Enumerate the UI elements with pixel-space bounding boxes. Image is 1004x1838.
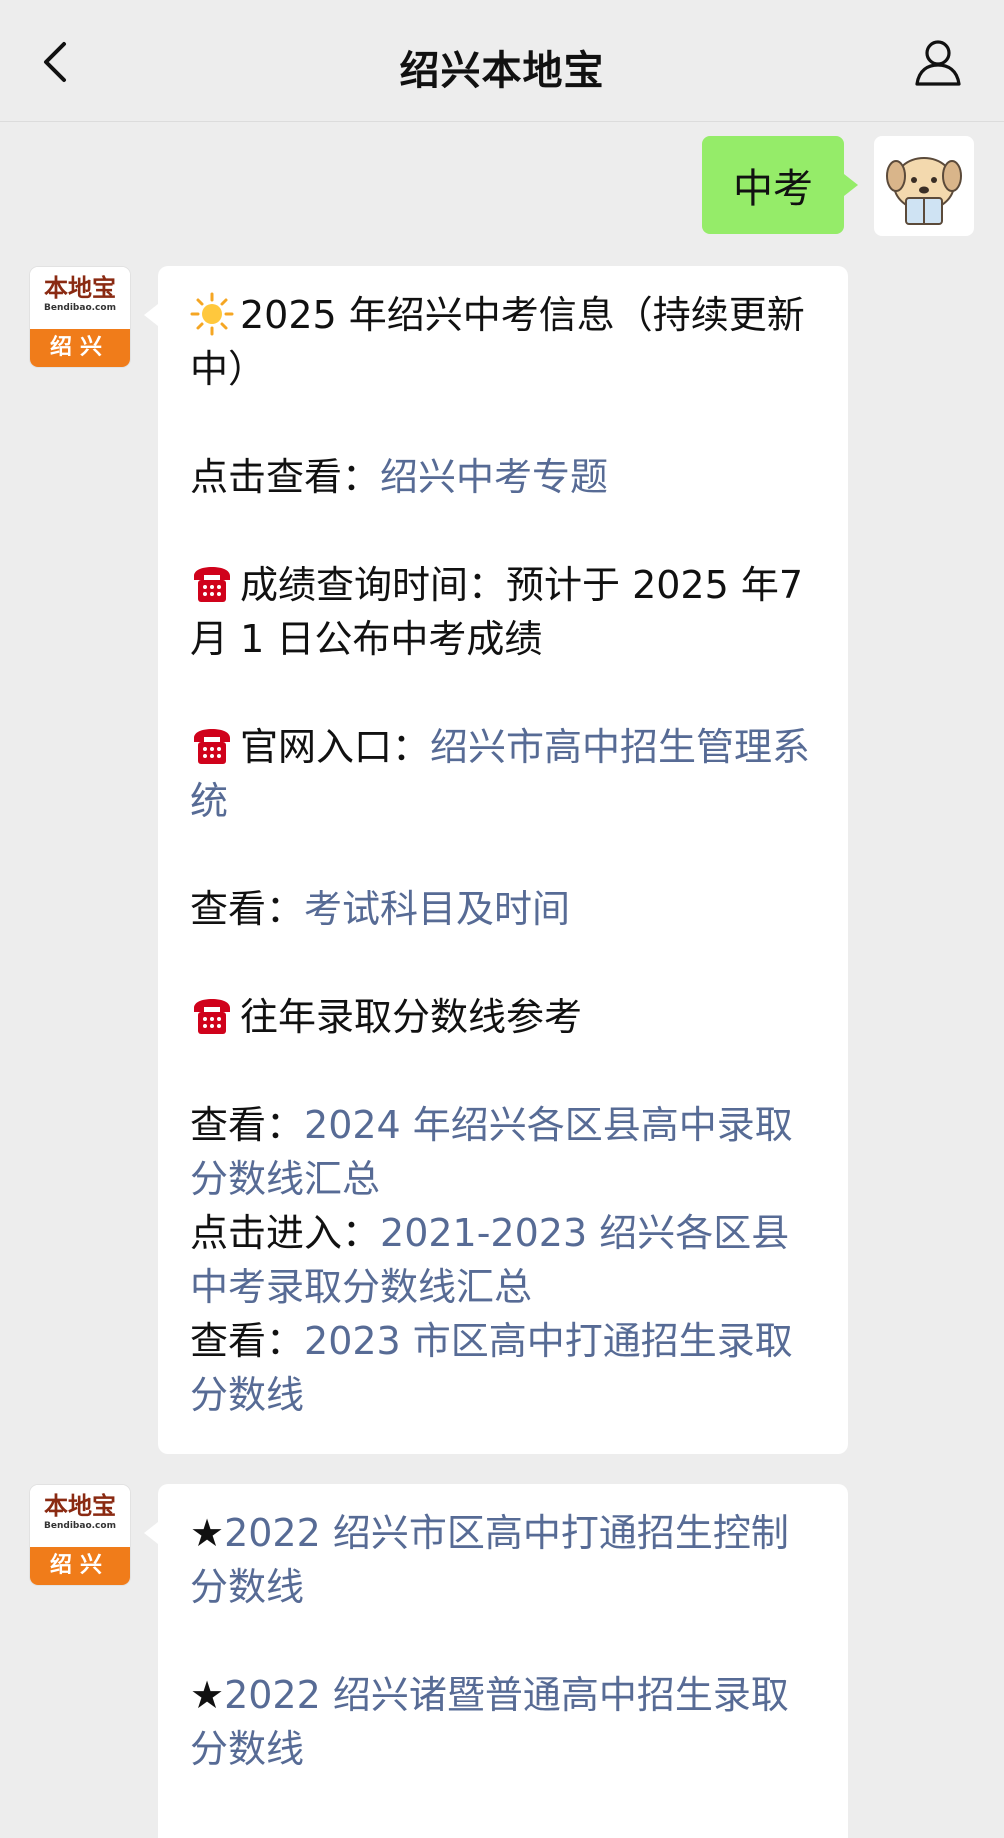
past-scores-text: 往年录取分数线参考 (240, 995, 583, 1039)
telephone-icon (194, 999, 230, 1034)
sent-message-text: 中考 (733, 166, 813, 212)
headline-text: 2025 年绍兴中考信息（持续更新中） (190, 293, 805, 391)
topic-line: 点击查看：绍兴中考专题 (190, 450, 818, 504)
telephone-icon (194, 567, 230, 602)
bot-avatar-brand: 本地宝 (44, 273, 116, 302)
profile-button[interactable] (912, 36, 964, 88)
star-icon: ★ (190, 1511, 225, 1555)
bot-avatar-domain: Bendibao.com (44, 1521, 116, 1531)
scores-2024-line: 查看：2024 年绍兴各区县高中录取分数线汇总 (190, 1098, 818, 1206)
bot-avatar-domain: Bendibao.com (44, 303, 116, 313)
received-message-bubble[interactable]: ★2022 绍兴市区高中打通招生控制分数线 ★2022 绍兴诸暨普通高中招生录取… (144, 1484, 848, 1838)
person-icon (915, 40, 961, 86)
view-label: 查看： (190, 887, 305, 931)
view-label: 查看： (190, 1319, 305, 1363)
headline-line: 2025 年绍兴中考信息（持续更新中） (190, 288, 818, 396)
zhuji-scores-2022-link[interactable]: 2022 绍兴诸暨普通高中招生录取分数线 (190, 1673, 789, 1771)
score-query-line: 成绩查询时间：预计于 2025 年7 月 1 日公布中考成绩 (190, 558, 818, 666)
subjects-line: 查看：考试科目及时间 (190, 882, 818, 936)
chat-window: 绍兴本地宝 中考 本地宝 Bendibao.com 绍兴 2025 年绍兴中考信… (0, 0, 1004, 1838)
scores-2023-line: 查看：2023 市区高中打通招生录取分数线 (190, 1314, 818, 1422)
bot-avatar-brand: 本地宝 (44, 1491, 116, 1520)
sent-message-bubble[interactable]: 中考 (702, 136, 858, 234)
bot-avatar-city: 绍兴 (30, 329, 130, 367)
user-avatar[interactable] (874, 136, 974, 236)
bot-avatar-city: 绍兴 (30, 1547, 130, 1585)
star-icon: ★ (190, 1673, 225, 1717)
page-title: 绍兴本地宝 (399, 48, 605, 94)
puppy-avatar-icon (886, 157, 962, 225)
navigation-bar: 绍兴本地宝 (0, 0, 1004, 122)
subjects-link[interactable]: 考试科目及时间 (304, 887, 570, 931)
score-query-text: 成绩查询时间：预计于 2025 年7 月 1 日公布中考成绩 (190, 563, 804, 661)
telephone-icon (194, 729, 230, 764)
bot-avatar[interactable]: 本地宝 Bendibao.com 绍兴 (30, 1485, 130, 1585)
bot-avatar[interactable]: 本地宝 Bendibao.com 绍兴 (30, 267, 130, 367)
sun-icon (190, 292, 234, 336)
link-line: ★2022 绍兴诸暨普通高中招生录取分数线 (190, 1668, 818, 1776)
view-label: 查看： (190, 1103, 305, 1147)
received-message-bubble[interactable]: 2025 年绍兴中考信息（持续更新中） 点击查看：绍兴中考专题 成绩查询时间：预… (144, 266, 848, 1454)
link-line: ★2022 绍兴市区高中打通招生控制分数线 (190, 1506, 818, 1614)
bot-avatar-logo: 本地宝 Bendibao.com (30, 1485, 130, 1547)
enter-label: 点击进入： (190, 1211, 381, 1255)
score-control-2022-link[interactable]: 2022 绍兴市区高中打通招生控制分数线 (190, 1511, 789, 1609)
click-view-label: 点击查看： (190, 455, 381, 499)
bot-avatar-logo: 本地宝 Bendibao.com (30, 267, 130, 329)
past-scores-line: 往年录取分数线参考 (190, 990, 818, 1044)
official-label: 官网入口： (240, 725, 431, 769)
topic-link[interactable]: 绍兴中考专题 (380, 455, 608, 499)
scores-2021-2023-line: 点击进入：2021-2023 绍兴各区县中考录取分数线汇总 (190, 1206, 818, 1314)
official-line: 官网入口：绍兴市高中招生管理系统 (190, 720, 818, 828)
